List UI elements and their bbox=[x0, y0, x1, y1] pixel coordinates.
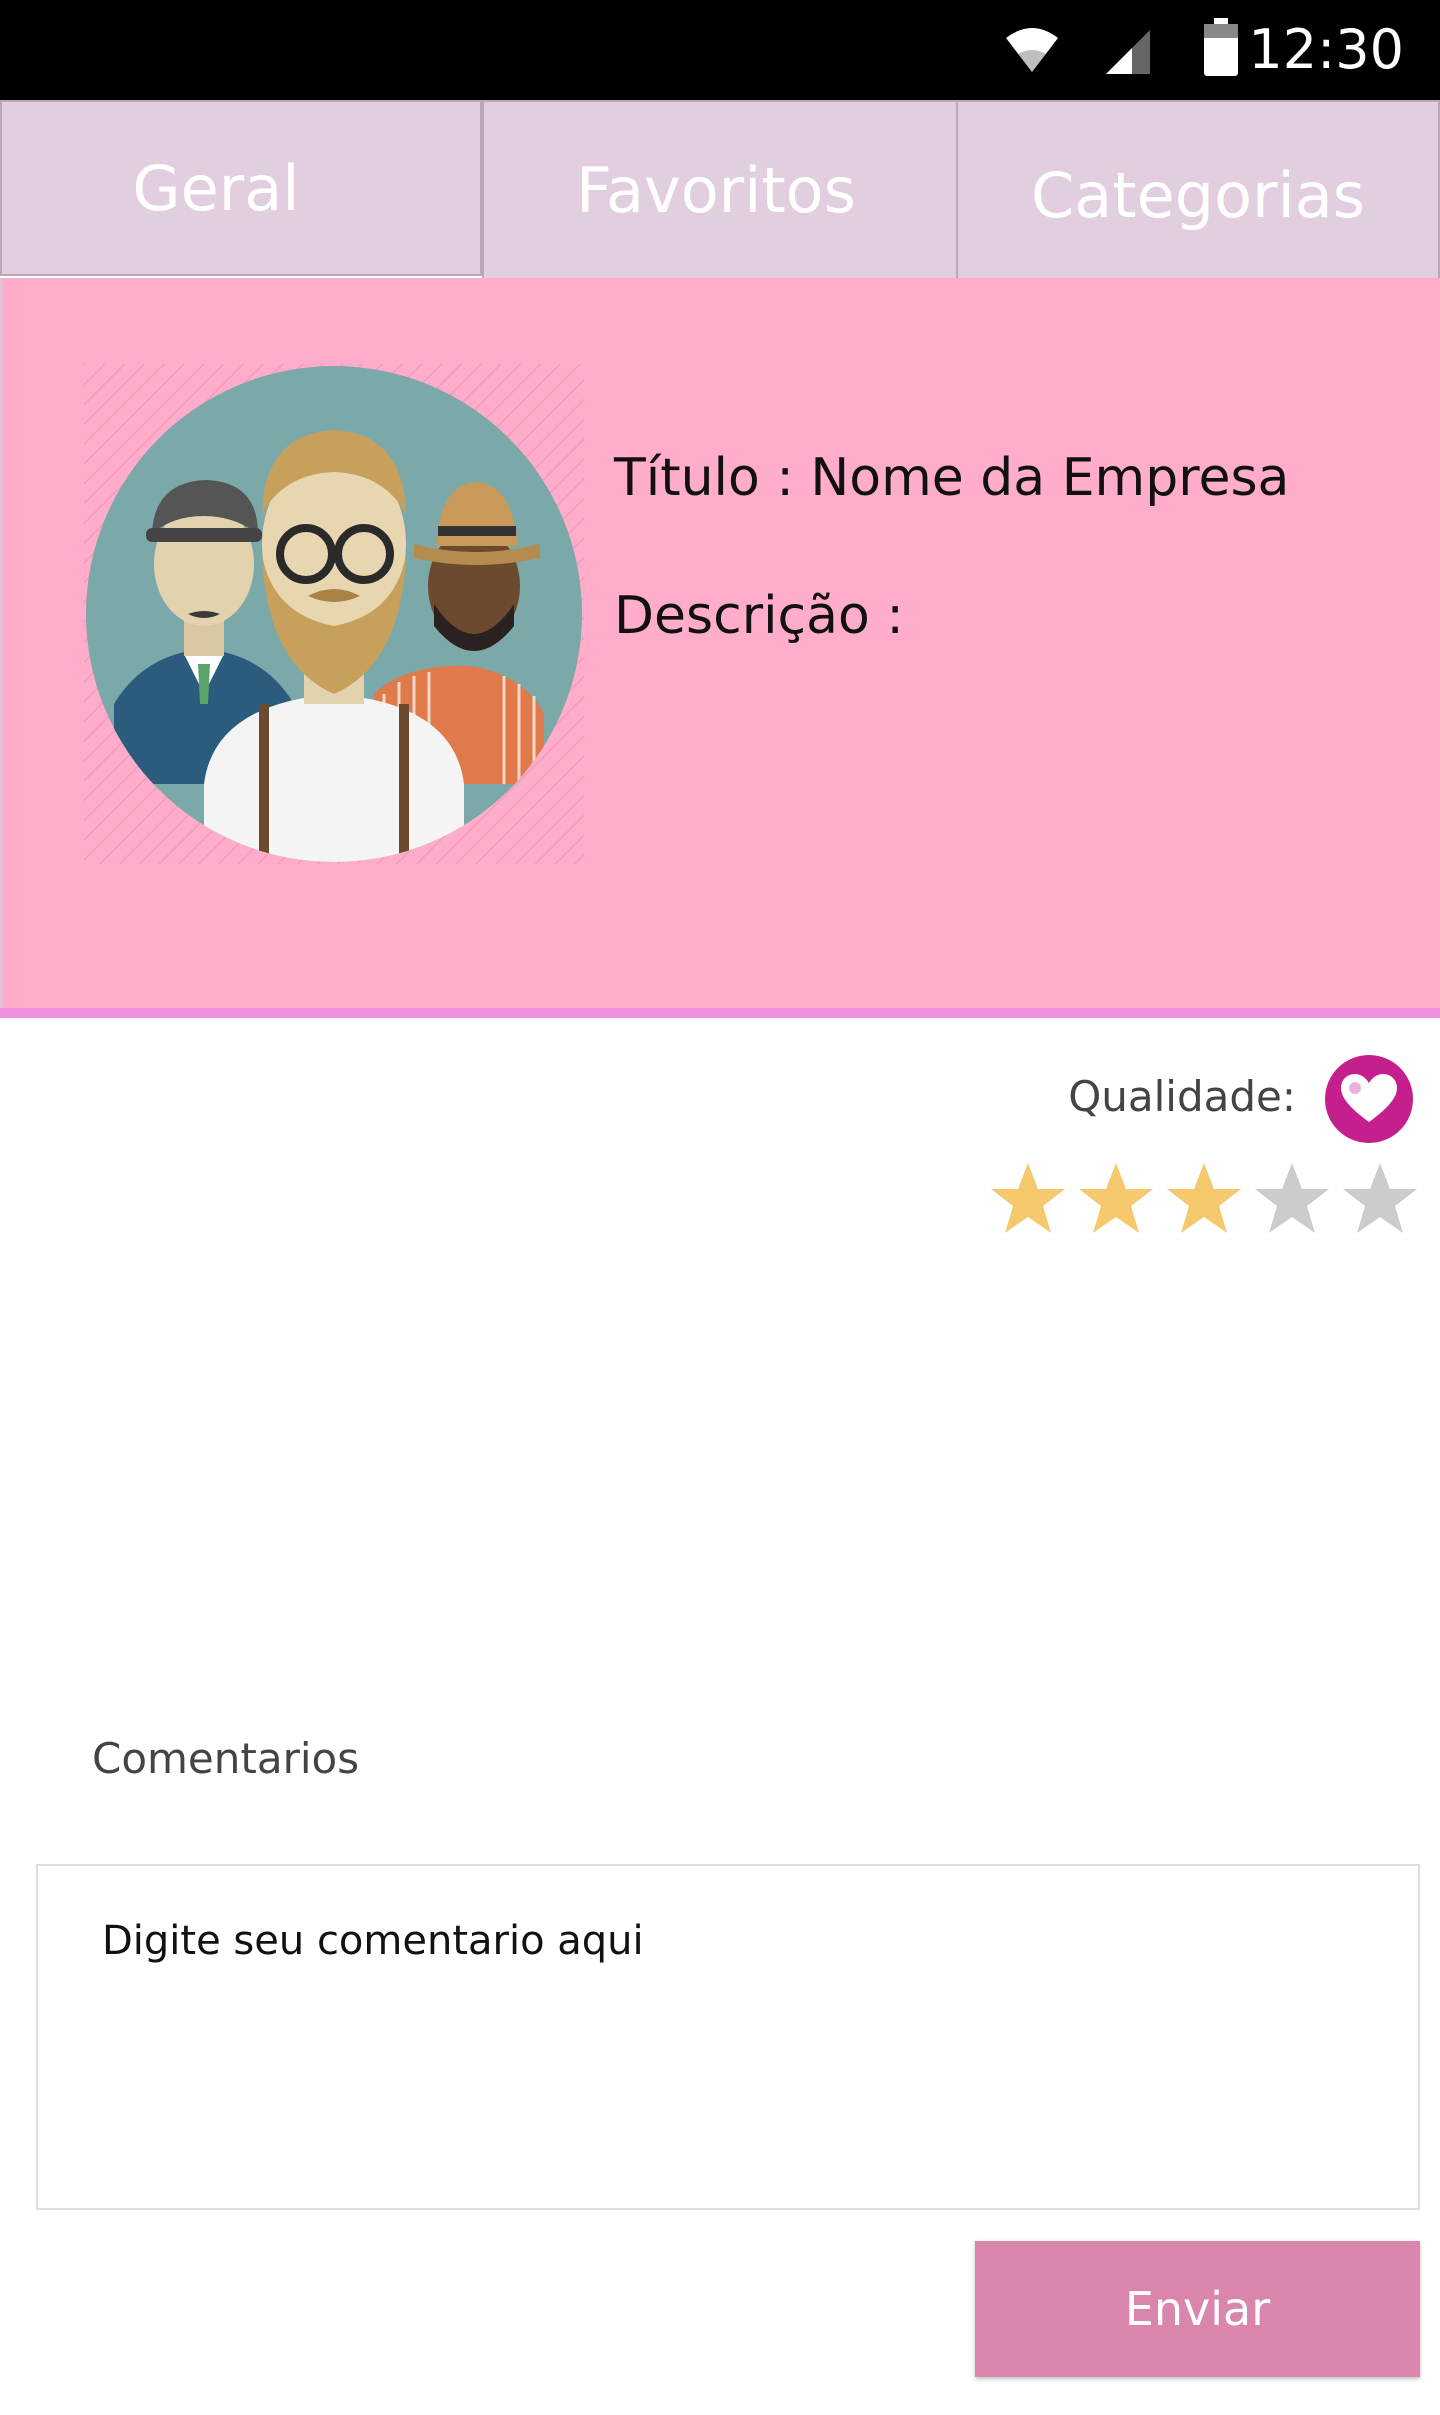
tab-geral[interactable]: Geral bbox=[0, 100, 482, 276]
status-bar: 12:30 bbox=[0, 0, 1440, 100]
favorite-button[interactable] bbox=[1325, 1055, 1413, 1143]
description-label: Descrição : bbox=[614, 586, 904, 646]
star-icon-3[interactable] bbox=[1166, 1158, 1242, 1240]
star-icon-5[interactable] bbox=[1342, 1158, 1418, 1240]
tab-categorias[interactable]: Categorias bbox=[956, 100, 1440, 280]
star-icon-4[interactable] bbox=[1254, 1158, 1330, 1240]
title-label: Título : bbox=[614, 448, 794, 508]
card-divider bbox=[0, 1008, 1440, 1018]
tab-bar: Geral Favoritos Categorias bbox=[0, 100, 1440, 280]
wifi-icon bbox=[1006, 28, 1058, 72]
company-card: Título : Nome da Empresa Descrição : bbox=[0, 278, 1440, 1010]
avatar bbox=[84, 364, 584, 864]
quality-label: Qualidade: bbox=[1068, 1072, 1296, 1121]
battery-icon bbox=[1204, 18, 1238, 76]
title-value: Nome da Empresa bbox=[810, 448, 1290, 508]
group-avatar-image bbox=[84, 364, 584, 864]
star-rating bbox=[990, 1158, 1418, 1242]
comments-label: Comentarios bbox=[92, 1734, 360, 1783]
heart-icon bbox=[1341, 1074, 1397, 1122]
star-icon-2[interactable] bbox=[1078, 1158, 1154, 1240]
tab-favoritos[interactable]: Favoritos bbox=[482, 100, 958, 280]
send-button[interactable]: Enviar bbox=[975, 2241, 1420, 2377]
company-title: Título : Nome da Empresa bbox=[614, 448, 1289, 508]
star-icon-1[interactable] bbox=[990, 1158, 1066, 1240]
comment-input[interactable] bbox=[36, 1864, 1420, 2210]
cell-signal-icon bbox=[1106, 30, 1150, 74]
status-clock: 12:30 bbox=[1248, 18, 1404, 81]
